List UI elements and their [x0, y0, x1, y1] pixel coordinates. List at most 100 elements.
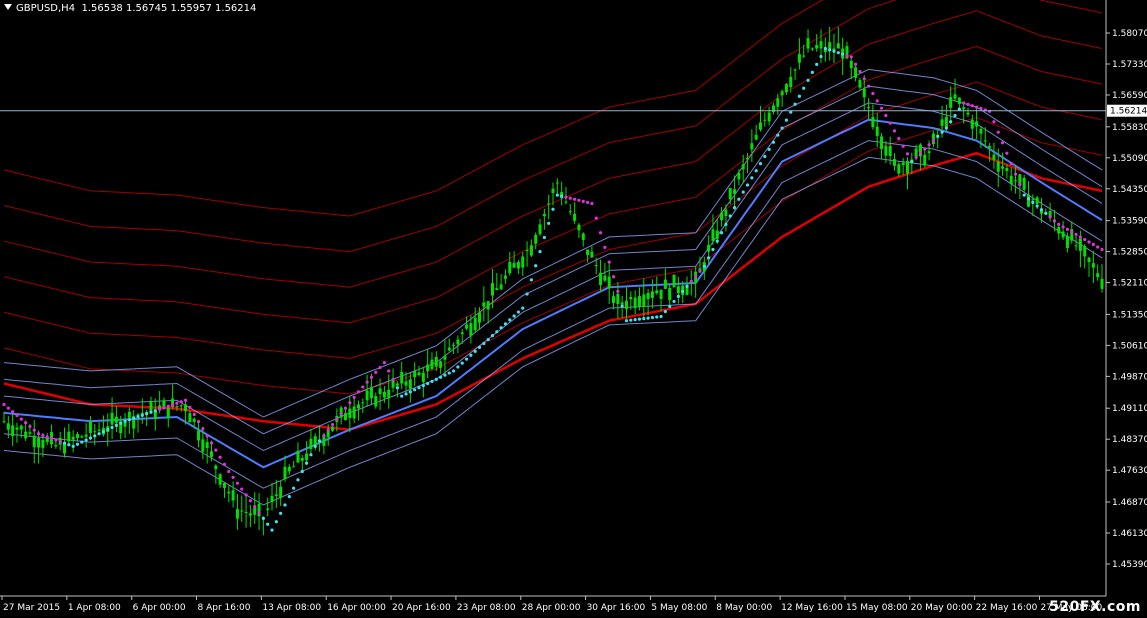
y-tick-label: 1.48370 — [1112, 435, 1147, 445]
candle-body — [413, 371, 417, 378]
candle-body — [369, 386, 373, 399]
candle-body — [590, 251, 594, 258]
x-tick-label: 16 Apr 00:00 — [327, 603, 386, 613]
trailing-stop-dot — [257, 510, 261, 515]
trailing-stop-dot — [62, 441, 67, 445]
candle-body — [391, 380, 395, 388]
trailing-stop-dot — [1070, 230, 1074, 234]
candle-body — [854, 67, 858, 78]
candle-body — [430, 359, 434, 369]
dropdown-triangle-icon[interactable] — [4, 4, 12, 10]
trailing-stop-dot — [300, 469, 304, 474]
candle-body — [655, 290, 659, 294]
trailing-stop-dot — [841, 52, 845, 56]
candle-body — [828, 42, 832, 49]
candle-body — [382, 391, 386, 398]
candle-body — [780, 91, 784, 96]
trailing-stop-dot — [119, 421, 123, 425]
candle-body — [452, 344, 456, 346]
candle-body — [214, 465, 218, 470]
candle-body — [819, 41, 823, 49]
trailing-stop-dot — [473, 349, 477, 353]
trailing-stop-dot — [106, 427, 110, 432]
trailing-stop-dot — [469, 353, 473, 357]
trailing-stop-dot — [871, 91, 875, 96]
candle-body — [75, 434, 79, 438]
candle-body — [508, 261, 512, 274]
trailing-stop-dot — [75, 442, 80, 446]
price-chart[interactable]: 1.58070 1.57330 1.56590 1.55830 1.55090 1.543… — [0, 0, 1147, 618]
candle-body — [728, 187, 732, 200]
candle-body — [222, 482, 226, 488]
trailing-stop-dot — [879, 106, 884, 110]
trailing-stop-dot — [71, 444, 75, 448]
trailing-stop-dot — [944, 126, 948, 130]
trailing-stop-dot — [676, 294, 680, 299]
trailing-stop-dot — [400, 394, 404, 398]
candle-body — [940, 119, 944, 126]
trailing-stop-dot — [737, 197, 741, 201]
candle-body — [581, 233, 585, 240]
trailing-stop-dot — [823, 46, 827, 51]
symbol-label: GBPUSD,H4 — [16, 3, 76, 14]
candle-body — [629, 296, 633, 300]
candle-body — [754, 134, 758, 140]
trailing-stop-dot — [1083, 237, 1087, 242]
candle-body — [305, 453, 309, 461]
trailing-stop-dot — [936, 134, 940, 139]
y-tick-label: 1.50610 — [1112, 341, 1147, 351]
trailing-stop-dot — [694, 274, 698, 278]
candle-body — [331, 426, 335, 431]
candle-body — [41, 440, 45, 448]
trailing-stop-dot — [84, 438, 88, 442]
trailing-stop-dot — [560, 194, 564, 198]
candle-body — [503, 275, 507, 279]
candle-body — [1096, 273, 1100, 278]
candle-body — [6, 423, 10, 430]
candle-body — [279, 486, 283, 499]
candle-body — [400, 371, 404, 384]
trailing-stop-dot — [1048, 215, 1052, 219]
x-tick-label: 20 Apr 16:00 — [392, 603, 451, 613]
candle-body — [672, 274, 676, 288]
trailing-stop-dot — [426, 381, 430, 386]
candle-body — [620, 302, 624, 305]
trailing-stop-dot — [218, 455, 222, 459]
candle-body — [750, 143, 754, 150]
trailing-stop-dot — [326, 428, 330, 432]
trailing-stop-dot — [992, 120, 996, 124]
trailing-stop-dot — [1018, 182, 1022, 187]
candle-body — [577, 224, 581, 231]
trailing-stop-dot — [650, 315, 655, 320]
trailing-stop-dot — [149, 410, 153, 414]
symbol-header[interactable]: GBPUSD,H4 1.56538 1.56745 1.55957 1.5621… — [4, 3, 256, 14]
x-tick-label: 8 Apr 16:00 — [198, 603, 251, 613]
candle-body — [871, 116, 875, 128]
trailing-stop-dot — [611, 275, 616, 279]
trailing-stop-dot — [547, 221, 551, 225]
candle-body — [408, 379, 412, 389]
y-tick-label: 1.52110 — [1112, 279, 1147, 289]
candle-body — [1009, 175, 1013, 184]
trailing-stop-dot — [836, 51, 840, 55]
candle-body — [231, 490, 235, 501]
candle-body — [724, 209, 728, 217]
x-tick-label: 20 May 00:00 — [911, 603, 973, 613]
y-tick-label: 1.46130 — [1112, 529, 1147, 539]
trailing-stop-dot — [162, 406, 166, 410]
candle-body — [184, 404, 188, 412]
axes: 1.58070 1.57330 1.56590 1.55830 1.55090 1.543… — [0, 0, 1147, 613]
x-tick-label: 12 May 16:00 — [781, 603, 843, 613]
candle-body — [992, 154, 996, 160]
trailing-stop-dot — [201, 427, 205, 431]
trailing-stop-dot — [503, 322, 508, 326]
candle-body — [352, 406, 356, 419]
trailing-stop-dot — [339, 412, 343, 416]
candle-body — [975, 121, 979, 127]
trailing-stop-dot — [274, 520, 278, 524]
trailing-stop-dot — [110, 425, 114, 430]
trailing-stop-dot — [620, 304, 624, 308]
trailing-stop-dot — [214, 448, 218, 452]
trailing-stop-dot — [387, 369, 391, 373]
trailing-stop-dot — [940, 130, 944, 134]
